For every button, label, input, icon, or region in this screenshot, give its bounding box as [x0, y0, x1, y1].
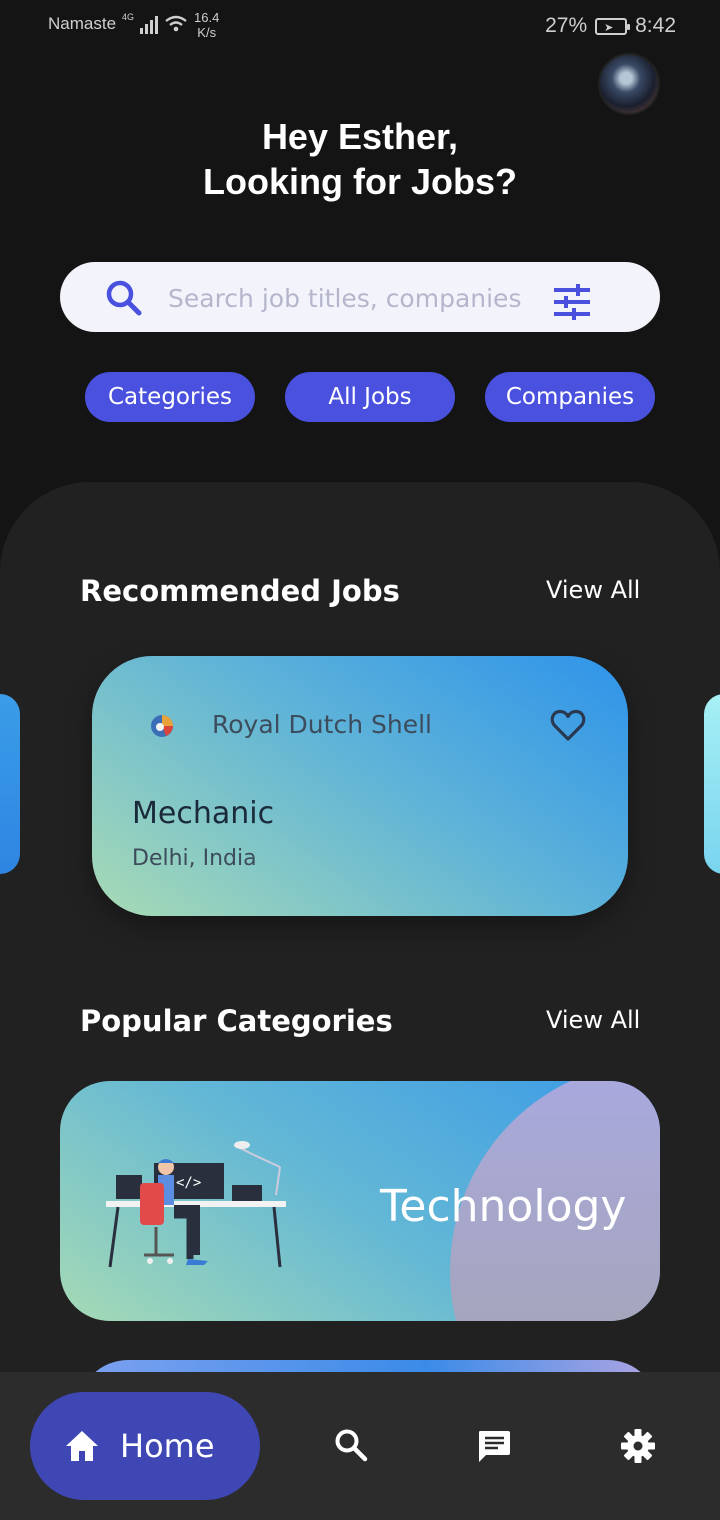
nav-home-button[interactable]: Home: [30, 1392, 260, 1500]
wifi-icon: [165, 15, 187, 32]
battery-icon: ➤: [595, 17, 631, 35]
categories-view-all-link[interactable]: View All: [546, 1006, 640, 1034]
company-name: Royal Dutch Shell: [212, 710, 432, 739]
status-left: Namaste 4G 16.4 K/s: [48, 10, 219, 40]
company-logo-icon: [151, 715, 173, 737]
battery-percent: 27%: [545, 14, 588, 37]
job-card[interactable]: [92, 656, 628, 916]
heart-icon[interactable]: [550, 708, 586, 742]
filter-icon[interactable]: [552, 282, 592, 322]
job-title: Mechanic: [132, 796, 275, 831]
search-input[interactable]: [168, 282, 528, 314]
chip-companies[interactable]: Companies: [485, 372, 655, 422]
nav-home-label: Home: [120, 1427, 215, 1465]
home-icon: [66, 1431, 98, 1461]
greeting-line-1: Hey Esther,: [261, 116, 459, 157]
developer-desk-illustration: </>: [106, 1141, 286, 1268]
job-location: Delhi, India: [132, 846, 257, 871]
carrier-name: Namaste: [48, 14, 117, 33]
popular-categories-title: Popular Categories: [80, 1004, 393, 1038]
network-type: 4G: [122, 12, 135, 22]
network-speed: 16.4 K/s: [194, 10, 219, 40]
next-job-card[interactable]: [704, 694, 720, 874]
greeting-line-2: Looking for Jobs?: [203, 161, 517, 202]
chip-all-jobs[interactable]: All Jobs: [285, 372, 455, 422]
speed-value: 16.4: [194, 10, 220, 25]
speed-unit: K/s: [197, 25, 217, 40]
chip-categories[interactable]: Categories: [85, 372, 255, 422]
svg-text:</>: </>: [176, 1175, 201, 1191]
category-label: Technology: [380, 1181, 627, 1232]
settings-icon[interactable]: [620, 1428, 656, 1464]
clock: 8:42: [635, 14, 676, 37]
greeting: Hey Esther, Looking for Jobs?: [0, 114, 720, 204]
status-right: 27% ➤ 8:42: [545, 14, 676, 38]
previous-job-card[interactable]: [0, 694, 20, 874]
search-icon: [106, 280, 142, 316]
category-card-technology[interactable]: </> Technology: [60, 1081, 660, 1321]
avatar[interactable]: [598, 53, 660, 115]
chat-icon[interactable]: [476, 1428, 512, 1464]
recommended-jobs-title: Recommended Jobs: [80, 574, 400, 608]
status-bar: Namaste 4G 16.4 K/s 27% ➤ 8:42: [0, 0, 720, 56]
recommended-view-all-link[interactable]: View All: [546, 576, 640, 604]
nav-search-icon[interactable]: [334, 1428, 368, 1462]
signal-icon: [140, 16, 159, 34]
